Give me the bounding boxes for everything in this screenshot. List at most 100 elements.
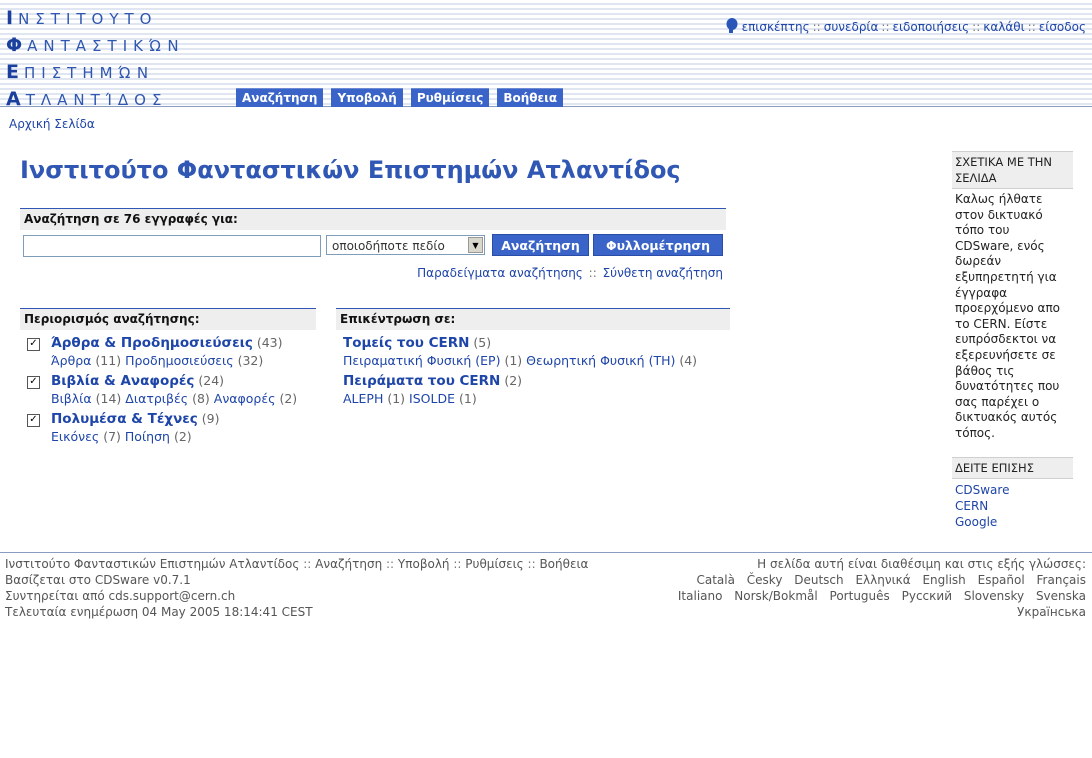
subcollection-line: Βιβλία (14) Διατριβές (8) Αναφορές (2) bbox=[20, 390, 316, 408]
language-link[interactable]: Slovensky bbox=[964, 588, 1024, 604]
collection-checkbox[interactable]: ✓ bbox=[27, 414, 40, 427]
search-links: Παραδείγματα αναζήτησης :: Σύνθετη αναζή… bbox=[417, 266, 723, 280]
language-link[interactable]: Italiano bbox=[678, 588, 723, 604]
tab-submit[interactable]: Υποβολή bbox=[331, 88, 403, 107]
breadcrumb-home[interactable]: Αρχική Σελίδα bbox=[9, 117, 95, 131]
logo-line: ΦΑΝΤΑΣΤΙΚΏΝ bbox=[6, 34, 185, 56]
subcollection-link[interactable]: ISOLDE bbox=[409, 391, 455, 406]
focus-on-heading: Επικέντρωση σε: bbox=[336, 308, 730, 330]
subcollection-link[interactable]: Βιβλία bbox=[51, 391, 92, 406]
subcollection-link[interactable]: Άρθρα bbox=[51, 353, 91, 368]
site-logo[interactable]: ΙΝΣΤΙΤΟΥΤΟ ΦΑΝΤΑΣΤΙΚΏΝ ΕΠΙΣΤΗΜΏΝ ΑΤΛΑΝΤΊ… bbox=[6, 5, 185, 113]
field-select[interactable]: οποιοδήποτε πεδίο ▼ bbox=[326, 235, 485, 255]
footer-last-updated: Τελευταία ενημέρωση 04 May 2005 18:14:41… bbox=[5, 605, 313, 619]
collection-item: ✓ Πολυμέσα & Τέχνες (9) bbox=[20, 410, 316, 428]
search-examples-link[interactable]: Παραδείγματα αναζήτησης bbox=[417, 266, 583, 280]
logo-line: ΙΝΣΤΙΤΟΥΤΟ bbox=[6, 7, 158, 29]
footer-nav: Ινστιτούτο Φανταστικών Επιστημών Ατλαντί… bbox=[5, 557, 589, 571]
collection-item: ✓ Βιβλία & Αναφορές (24) bbox=[20, 372, 316, 390]
footer-search-link[interactable]: Αναζήτηση bbox=[315, 557, 382, 571]
about-heading: ΣΧΕΤΙΚΑ ΜΕ ΤΗΝ ΣΕΛΙΔΑ bbox=[952, 151, 1073, 189]
focus-collection-list: Τομείς του CERN (5) Πειραματική Φυσική (… bbox=[336, 334, 730, 408]
logo-line: ΑΤΛΑΝΤΊΔΟΣ bbox=[6, 88, 168, 110]
footer-maintainer: Συντηρείται από cds.support@cern.ch bbox=[5, 589, 236, 603]
footer-home-link[interactable]: Ινστιτούτο Φανταστικών Επιστημών Ατλαντί… bbox=[5, 557, 299, 571]
search-input[interactable] bbox=[23, 235, 321, 257]
see-also-link[interactable]: CERN bbox=[955, 498, 1070, 514]
language-link[interactable]: Norsk/Bokmål bbox=[734, 588, 817, 604]
subcollection-link[interactable]: ALEPH bbox=[343, 391, 383, 406]
page-title: Ινστιτούτο Φανταστικών Επιστημών Ατλαντί… bbox=[20, 156, 681, 184]
subcollection-count: (1) bbox=[387, 391, 406, 406]
collection-item: ✓ Άρθρα & Προδημοσιεύσεις (43) bbox=[20, 334, 316, 352]
user-menu-session[interactable]: συνεδρία bbox=[824, 20, 879, 34]
see-also-link[interactable]: Google bbox=[955, 514, 1070, 530]
focus-on-box: Επικέντρωση σε: Τομείς του CERN (5) Πειρ… bbox=[336, 308, 730, 410]
about-text: Καλως ήλθατε στον δικτυακό τόπο του CDSw… bbox=[955, 192, 1061, 440]
footer-settings-link[interactable]: Ρυθμίσεις bbox=[465, 557, 523, 571]
collection-link[interactable]: Πολυμέσα & Τέχνες bbox=[51, 411, 198, 427]
collection-checkbox[interactable]: ✓ bbox=[27, 376, 40, 389]
tab-search[interactable]: Αναζήτηση bbox=[236, 88, 324, 107]
checkmark-icon: ✓ bbox=[29, 414, 38, 425]
collection-link[interactable]: Τομείς του CERN bbox=[343, 335, 469, 351]
field-select-value: οποιοδήποτε πεδίο bbox=[332, 239, 445, 253]
see-also-heading: ΔΕΙΤΕ ΕΠΙΣΗΣ bbox=[952, 456, 1073, 479]
user-menu-login[interactable]: είσοδος bbox=[1039, 20, 1086, 34]
site-header: ΙΝΣΤΙΤΟΥΤΟ ΦΑΝΤΑΣΤΙΚΏΝ ΕΠΙΣΤΗΜΏΝ ΑΤΛΑΝΤΊ… bbox=[0, 0, 1092, 110]
subcollection-count: (2) bbox=[279, 391, 298, 406]
subcollection-link[interactable]: Ποίηση bbox=[125, 429, 170, 444]
collection-checkbox[interactable]: ✓ bbox=[27, 338, 40, 351]
user-menu-basket[interactable]: καλάθι bbox=[983, 20, 1024, 34]
user-menu-guest[interactable]: επισκέπτης bbox=[742, 20, 810, 34]
collection-link[interactable]: Βιβλία & Αναφορές bbox=[51, 373, 194, 389]
subcollection-link[interactable]: Προδημοσιεύσεις bbox=[125, 353, 234, 368]
subcollection-line: Πειραματική Φυσική (EP) (1) Θεωρητική Φυ… bbox=[336, 352, 730, 370]
tab-settings[interactable]: Ρυθμίσεις bbox=[410, 88, 490, 107]
subcollection-link[interactable]: Εικόνες bbox=[51, 429, 99, 444]
language-link[interactable]: Català bbox=[696, 572, 734, 588]
language-link[interactable]: Українська bbox=[1017, 604, 1086, 620]
collection-link[interactable]: Άρθρα & Προδημοσιεύσεις bbox=[51, 335, 253, 351]
subcollection-count: (7) bbox=[103, 429, 121, 444]
search-heading: Αναζήτηση σε 76 εγγραφές για: bbox=[20, 208, 726, 230]
collection-link[interactable]: Πειράματα του CERN bbox=[343, 373, 500, 389]
footer-help-link[interactable]: Βοήθεια bbox=[539, 557, 588, 571]
footer-submit-link[interactable]: Υποβολή bbox=[398, 557, 450, 571]
language-link[interactable]: English bbox=[922, 572, 965, 588]
collection-count: (24) bbox=[198, 373, 225, 388]
language-link[interactable]: Svenska bbox=[1036, 588, 1086, 604]
right-sidebar: ΣΧΕΤΙΚΑ ΜΕ ΤΗΝ ΣΕΛΙΔΑ Καλως ήλθατε στον … bbox=[952, 151, 1073, 533]
subcollection-link[interactable]: Πειραματική Φυσική (EP) bbox=[343, 353, 500, 368]
subcollection-link[interactable]: Θεωρητική Φυσική (TH) bbox=[526, 353, 675, 368]
subcollection-line: ALEPH (1) ISOLDE (1) bbox=[336, 390, 730, 408]
collection-count: (9) bbox=[201, 411, 220, 426]
language-link[interactable]: Deutsch bbox=[794, 572, 843, 588]
chevron-down-icon[interactable]: ▼ bbox=[468, 237, 483, 253]
language-list: Català Česky Deutsch Ελληνικά English Es… bbox=[646, 572, 1086, 620]
subcollection-link[interactable]: Αναφορές bbox=[214, 391, 276, 406]
subcollection-link[interactable]: Διατριβές bbox=[125, 391, 188, 406]
subcollection-count: (14) bbox=[95, 391, 122, 406]
collection-item: Τομείς του CERN (5) bbox=[336, 334, 730, 352]
tab-help[interactable]: Βοήθεια bbox=[497, 88, 564, 107]
main-tabs: Αναζήτηση Υποβολή Ρυθμίσεις Βοήθεια bbox=[236, 88, 571, 107]
language-link[interactable]: Česky bbox=[747, 572, 783, 588]
language-link[interactable]: Español bbox=[978, 572, 1025, 588]
subcollection-count: (32) bbox=[237, 353, 264, 368]
footer-info: Ινστιτούτο Φανταστικών Επιστημών Ατλαντί… bbox=[5, 556, 588, 620]
language-link[interactable]: Русский bbox=[902, 588, 952, 604]
language-link[interactable]: Français bbox=[1037, 572, 1086, 588]
language-link[interactable]: Português bbox=[830, 588, 890, 604]
narrow-search-heading: Περιορισμός αναζήτησης: bbox=[20, 308, 316, 330]
see-also-link[interactable]: CDSware bbox=[955, 482, 1070, 498]
advanced-search-link[interactable]: Σύνθετη αναζήτηση bbox=[603, 266, 723, 280]
language-link[interactable]: Ελληνικά bbox=[855, 572, 910, 588]
user-menu-alerts[interactable]: ειδοποιήσεις bbox=[893, 20, 970, 34]
narrow-search-box: Περιορισμός αναζήτησης: ✓ Άρθρα & Προδημ… bbox=[20, 308, 316, 448]
user-head-icon bbox=[726, 18, 738, 34]
browse-button[interactable]: Φυλλομέτρηση bbox=[593, 234, 723, 256]
checkmark-icon: ✓ bbox=[29, 338, 38, 349]
subcollection-count: (2) bbox=[173, 429, 192, 444]
search-button[interactable]: Αναζήτηση bbox=[492, 234, 589, 256]
